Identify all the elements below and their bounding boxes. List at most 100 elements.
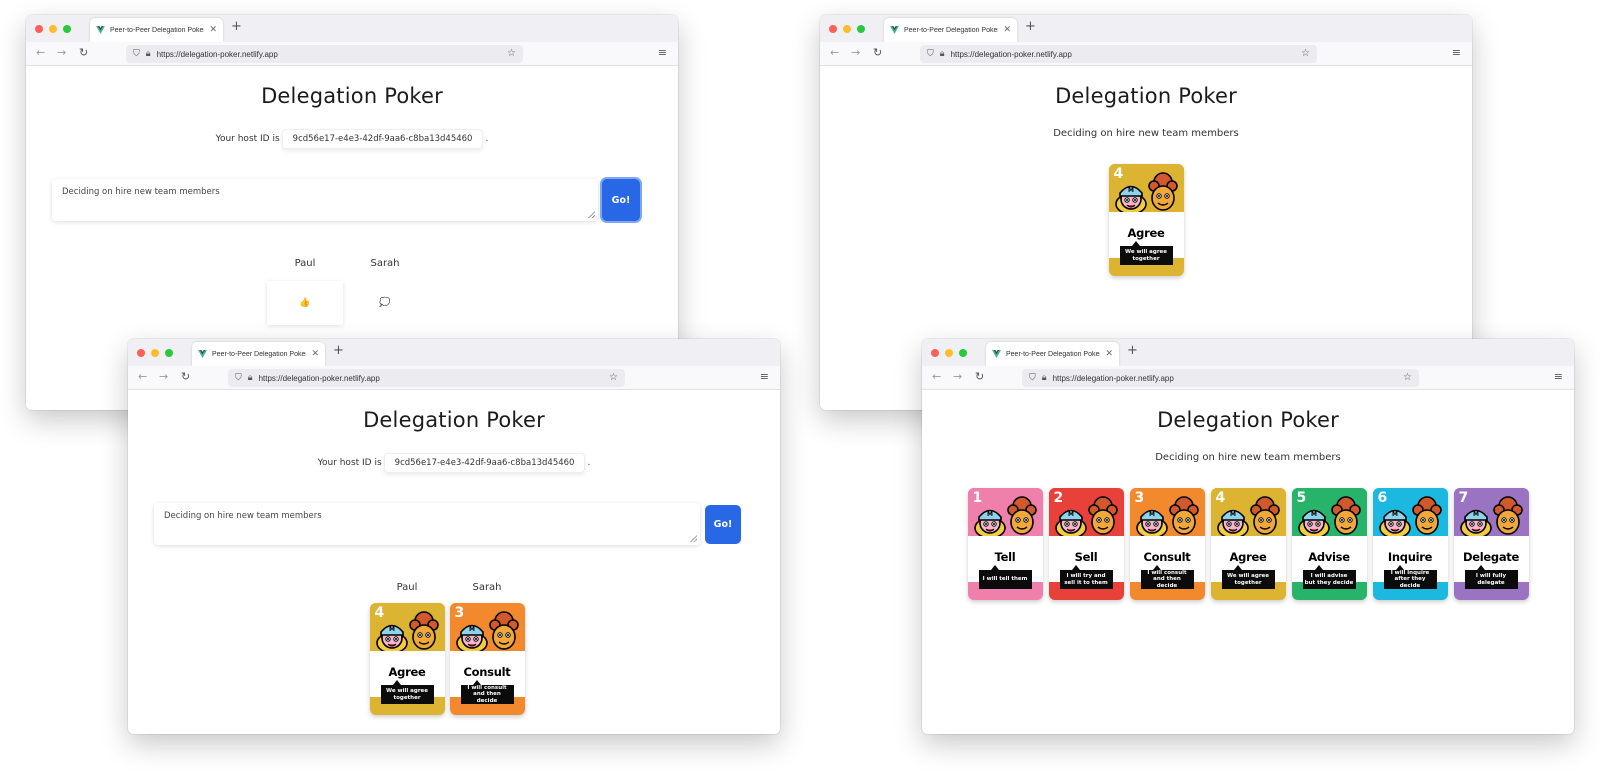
host-id-value[interactable]: 9cd56e17-e4e3-42df-9aa6-c8ba13d45460 <box>383 453 586 473</box>
url-text[interactable]: https://delegation-poker.netlify.app <box>1053 374 1397 383</box>
browser-tab[interactable]: Peer-to-Peer Delegation Poker ✕ <box>90 18 223 42</box>
host-id-value[interactable]: 9cd56e17-e4e3-42df-9aa6-c8ba13d45460 <box>281 129 484 149</box>
team-member-face-icon <box>1330 496 1361 535</box>
shield-icon[interactable]: ⛉ <box>235 373 242 383</box>
plus-icon[interactable]: + <box>1127 344 1138 357</box>
manager-face-icon: M <box>1135 509 1168 539</box>
hamburger-menu-icon[interactable]: ≡ <box>658 46 667 60</box>
star-icon[interactable]: ☆ <box>609 373 618 383</box>
browser-tab[interactable]: Peer-to-Peer Delegation Poker ✕ <box>986 342 1119 366</box>
manager-face-icon: M <box>1114 185 1147 215</box>
vue-logo-icon <box>992 350 1001 358</box>
window-controls[interactable] <box>35 25 71 33</box>
team-member-face-icon <box>1006 496 1037 535</box>
card-number: 1 <box>972 490 983 506</box>
topic-textarea[interactable]: Deciding on hire new team members <box>154 503 700 545</box>
lock-icon[interactable]: 🔒︎ <box>1042 373 1047 383</box>
shield-icon[interactable]: ⛉ <box>1029 373 1036 383</box>
address-bar[interactable]: ⛉ 🔒︎ https://delegation-poker.netlify.ap… <box>126 45 523 63</box>
close-icon[interactable]: ✕ <box>209 25 217 35</box>
url-text[interactable]: https://delegation-poker.netlify.app <box>259 374 603 383</box>
address-bar[interactable]: ⛉ 🔒︎ https://delegation-poker.netlify.ap… <box>228 369 625 387</box>
star-icon[interactable]: ☆ <box>507 49 516 59</box>
window-controls[interactable] <box>829 25 865 33</box>
card-name: Advise <box>1308 550 1350 564</box>
forward-arrow-icon[interactable]: → <box>57 46 66 60</box>
card-option-consult[interactable]: M 3 Consult I will consult and then deci… <box>1129 488 1205 600</box>
hamburger-menu-icon[interactable]: ≡ <box>760 370 769 384</box>
team-member-face-icon <box>1411 496 1442 535</box>
url-text[interactable]: https://delegation-poker.netlify.app <box>157 50 501 59</box>
lock-icon[interactable]: 🔒︎ <box>146 49 151 59</box>
topic-textarea[interactable]: Deciding on hire new team members <box>52 179 598 221</box>
player-sarah: Sarah M 3 Consult I will consult and the… <box>449 582 525 715</box>
forward-arrow-icon[interactable]: → <box>953 370 962 384</box>
address-bar[interactable]: ⛉ 🔒︎ https://delegation-poker.netlify.ap… <box>1022 369 1419 387</box>
tab-strip: Peer-to-Peer Delegation Poker ✕ + <box>820 15 1472 42</box>
topic-text[interactable]: Deciding on hire new team members <box>62 187 220 197</box>
selected-card-agree[interactable]: M 4 Agree We will agree together <box>1108 164 1184 276</box>
forward-arrow-icon[interactable]: → <box>851 46 860 60</box>
hamburger-menu-icon[interactable]: ≡ <box>1452 46 1461 60</box>
card-option-sell[interactable]: M 2 Sell I will try and sell it to them <box>1048 488 1124 600</box>
plus-icon[interactable]: + <box>231 20 242 33</box>
card-name: Tell <box>994 550 1016 564</box>
card-description: I will advise but they decide <box>1302 565 1356 589</box>
card-option-agree[interactable]: M 4 Agree We will agree together <box>1210 488 1286 600</box>
forward-arrow-icon[interactable]: → <box>159 370 168 384</box>
tab-title: Peer-to-Peer Delegation Poker <box>110 26 205 34</box>
browser-tab[interactable]: Peer-to-Peer Delegation Poker ✕ <box>884 18 1017 42</box>
window-controls[interactable] <box>931 349 967 357</box>
page-content: Delegation Poker Your host ID is 9cd56e1… <box>128 390 780 734</box>
go-button[interactable]: Go! <box>602 179 640 221</box>
plus-icon[interactable]: + <box>1025 20 1036 33</box>
vue-logo-icon <box>96 26 105 34</box>
card-option-delegate[interactable]: M 7 Delegate I will fully delegate <box>1453 488 1529 600</box>
go-button[interactable]: Go! <box>705 505 741 544</box>
card-description: I will fully delegate <box>1464 565 1518 589</box>
star-icon[interactable]: ☆ <box>1301 49 1310 59</box>
close-icon[interactable]: ✕ <box>1003 25 1011 35</box>
lock-icon[interactable]: 🔒︎ <box>940 49 945 59</box>
plus-icon[interactable]: + <box>333 344 344 357</box>
tab-title: Peer-to-Peer Delegation Poker <box>1006 350 1101 358</box>
card-description: I will tell them <box>978 565 1032 589</box>
shield-icon[interactable]: ⛉ <box>927 49 934 59</box>
vue-logo-icon <box>198 350 207 358</box>
card-name: Sell <box>1074 550 1098 564</box>
team-member-face-icon <box>1492 496 1523 535</box>
browser-tab[interactable]: Peer-to-Peer Delegation Poker ✕ <box>192 342 325 366</box>
window-controls[interactable] <box>137 349 173 357</box>
page-title: Delegation Poker <box>261 84 443 108</box>
back-arrow-icon[interactable]: ← <box>138 370 147 384</box>
close-icon[interactable]: ✕ <box>311 349 319 359</box>
team-member-face-icon <box>1087 496 1118 535</box>
card-name: Agree <box>388 665 426 679</box>
back-arrow-icon[interactable]: ← <box>830 46 839 60</box>
reload-icon[interactable]: ↻ <box>873 46 882 60</box>
resize-grip-icon[interactable] <box>588 211 595 218</box>
url-text[interactable]: https://delegation-poker.netlify.app <box>951 50 1295 59</box>
card-option-advise[interactable]: M 5 Advise I will advise but they decide <box>1291 488 1367 600</box>
resize-grip-icon[interactable] <box>690 535 697 542</box>
tab-strip: Peer-to-Peer Delegation Poker ✕ + <box>128 339 780 366</box>
back-arrow-icon[interactable]: ← <box>36 46 45 60</box>
reload-icon[interactable]: ↻ <box>181 370 190 384</box>
shield-icon[interactable]: ⛉ <box>133 49 140 59</box>
card-option-tell[interactable]: M 1 Tell I will tell them <box>967 488 1043 600</box>
back-arrow-icon[interactable]: ← <box>932 370 941 384</box>
topic-text[interactable]: Deciding on hire new team members <box>164 511 322 521</box>
team-member-face-icon <box>1147 172 1178 211</box>
revealed-card-consult: M 3 Consult I will consult and then deci… <box>449 603 525 715</box>
reload-icon[interactable]: ↻ <box>79 46 88 60</box>
close-icon[interactable]: ✕ <box>1105 349 1113 359</box>
hamburger-menu-icon[interactable]: ≡ <box>1554 370 1563 384</box>
star-icon[interactable]: ☆ <box>1403 373 1412 383</box>
reload-icon[interactable]: ↻ <box>975 370 984 384</box>
page-title: Delegation Poker <box>1055 84 1237 108</box>
lock-icon[interactable]: 🔒︎ <box>248 373 253 383</box>
address-bar[interactable]: ⛉ 🔒︎ https://delegation-poker.netlify.ap… <box>920 45 1317 63</box>
nav-bar: ← → ↻ ⛉ 🔒︎ https://delegation-poker.netl… <box>26 42 678 66</box>
card-option-inquire[interactable]: M 6 Inquire I will inquire after they de… <box>1372 488 1448 600</box>
card-number: 5 <box>1296 490 1307 506</box>
